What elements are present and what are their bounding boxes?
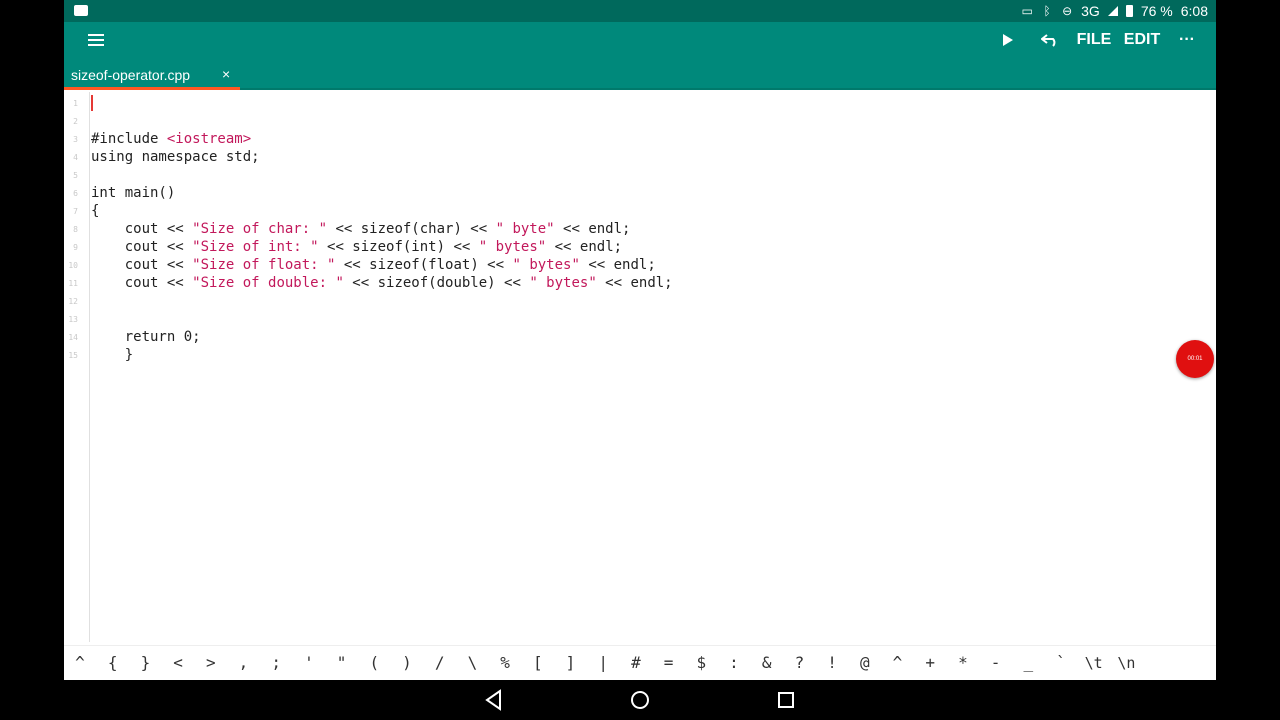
symbol-key[interactable]: % [493,652,517,674]
symbol-key[interactable]: / [428,652,452,674]
symbol-key[interactable]: ! [820,652,844,674]
code-line: cout << "Size of char: " << sizeof(char)… [91,221,631,237]
line-number: 12 [68,297,78,306]
menu-icon[interactable] [88,30,106,50]
line-number: 15 [68,351,78,360]
code-line: using namespace std; [91,149,260,165]
symbol-key[interactable]: : [722,652,746,674]
symbol-key[interactable]: { [101,652,125,674]
line-number: 7 [73,207,78,216]
app-toolbar: FILE EDIT ··· [64,22,1216,58]
code-line: int main() [91,185,176,201]
code-line: #include <iostream> [91,131,252,147]
back-button[interactable] [482,688,506,712]
symbol-key[interactable]: ' [297,652,321,674]
text-cursor [91,95,93,111]
undo-button[interactable] [1038,22,1062,58]
symbol-key[interactable]: ( [362,652,386,674]
line-number: 9 [73,243,78,252]
symbol-key[interactable]: ) [395,652,419,674]
cast-icon: ▭ [1021,4,1033,18]
line-number: 5 [73,171,78,180]
recent-square-icon [778,692,794,708]
more-options-button[interactable]: ··· [1176,22,1198,58]
symbol-key[interactable]: ; [264,652,288,674]
line-number: 1 [73,99,78,108]
symbol-key[interactable]: @ [853,652,877,674]
network-type: 3G [1081,3,1100,19]
home-button[interactable] [628,688,652,712]
symbol-keyboard-bar: ^ {} < >,; ' " () / \% [] | # = $: &?! @ ^ + * - _ ` \t \n [64,645,1216,680]
bluetooth-icon: ᛒ [1043,4,1051,18]
tab-filename: sizeof-operator.cpp [71,67,191,83]
code-line: { [91,203,100,219]
code-line: cout << "Size of float: " << sizeof(floa… [91,257,656,273]
symbol-key[interactable]: [ [526,652,550,674]
edit-menu-button[interactable]: EDIT [1122,22,1162,58]
symbol-key[interactable]: ] [559,652,583,674]
code-line: cout << "Size of int: " << sizeof(int) <… [91,239,623,255]
code-line: } [91,347,134,363]
symbol-key[interactable]: _ [1016,652,1040,674]
file-tab-bar: sizeof-operator.cpp × [64,58,1216,90]
back-triangle-icon [485,689,501,711]
do-not-disturb-icon: ⊖ [1062,4,1073,18]
battery-icon [1125,5,1133,17]
undo-icon [1040,34,1056,47]
code-line: return 0; [91,329,201,345]
notification-icon [74,5,88,16]
code-editor[interactable]: 1 2 3 4 5 6 7 8 9 10 11 12 13 14 15 #include <iostream… [64,92,1216,642]
screen-recorder-button[interactable]: 00:01 [1176,340,1214,378]
symbol-key[interactable]: " [330,652,354,674]
line-number: 4 [73,153,78,162]
symbol-key[interactable]: < [166,652,190,674]
battery-percent: 76 % [1140,3,1173,19]
line-number: 8 [73,225,78,234]
file-menu-button[interactable]: FILE [1076,22,1112,58]
symbol-key[interactable]: + [918,652,942,674]
symbol-key[interactable]: \t [1082,652,1106,674]
run-button[interactable] [998,22,1018,58]
tab-sizeof-operator[interactable]: sizeof-operator.cpp × [64,58,240,90]
clock: 6:08 [1180,3,1208,19]
code-editor-app: ▭ ᛒ ⊖ 3G 76 % 6:08 FILE EDIT ··· sizeof-… [64,0,1216,680]
line-number: 11 [68,279,78,288]
line-number: 3 [73,135,78,144]
recent-apps-button[interactable] [774,688,798,712]
navigation-bar [0,680,1280,720]
line-number: 14 [68,333,78,342]
code-line: cout << "Size of double: " << sizeof(dou… [91,275,673,291]
line-number: 10 [68,261,78,270]
line-number: 2 [73,117,78,126]
symbol-key[interactable]: ` [1049,652,1073,674]
home-circle-icon [631,691,649,709]
line-number: 13 [68,315,78,324]
play-icon [1003,34,1013,46]
symbol-key[interactable]: - [984,652,1008,674]
symbol-key[interactable]: , [232,652,256,674]
symbol-key[interactable]: $ [689,652,713,674]
symbol-key[interactable]: \ [460,652,484,674]
close-tab-icon[interactable]: × [222,66,230,82]
symbol-key[interactable]: ? [787,652,811,674]
symbol-key[interactable]: \n [1114,652,1138,674]
signal-icon [1107,6,1118,16]
symbol-key[interactable]: ^ [68,652,92,674]
symbol-key[interactable]: ^ [886,652,910,674]
symbol-key[interactable]: } [133,652,157,674]
symbol-key[interactable]: & [755,652,779,674]
symbol-key[interactable]: # [624,652,648,674]
symbol-key[interactable]: | [591,652,615,674]
status-bar: ▭ ᛒ ⊖ 3G 76 % 6:08 [64,0,1216,22]
symbol-key[interactable]: = [657,652,681,674]
symbol-key[interactable]: > [199,652,223,674]
line-number-gutter: 1 2 3 4 5 6 7 8 9 10 11 12 13 14 15 [64,92,90,642]
line-number: 6 [73,189,78,198]
app-screen: ▭ ᛒ ⊖ 3G 76 % 6:08 FILE EDIT ··· sizeof-… [0,0,1280,720]
active-tab-indicator [64,87,240,90]
symbol-key[interactable]: * [951,652,975,674]
